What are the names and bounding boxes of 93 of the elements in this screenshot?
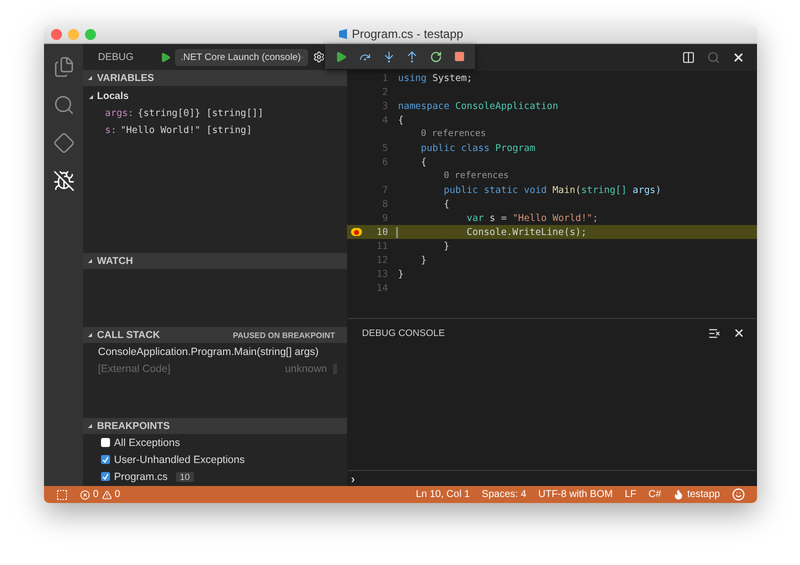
breakpoint-label: Program.cs	[114, 470, 168, 482]
code-token: public	[444, 184, 478, 196]
section-header[interactable]: BREAKPOINTS	[83, 418, 347, 434]
code-token: }	[444, 240, 450, 252]
breakpoint-marker-icon[interactable]	[351, 228, 362, 236]
play-icon[interactable]	[160, 52, 171, 62]
line-number: 10	[376, 226, 388, 238]
variable-value: "Hello World!" [string]	[120, 125, 252, 136]
up-arrow-icon[interactable]	[406, 50, 418, 62]
settings-icon[interactable]	[312, 51, 325, 63]
frame-source: unknown	[284, 362, 327, 374]
smiley-icon[interactable]	[732, 488, 745, 501]
code-token: args)	[632, 184, 662, 196]
restart-icon[interactable]	[430, 50, 442, 62]
code-token: void	[524, 184, 547, 196]
code-token: var	[466, 212, 484, 224]
line-number: 1	[381, 72, 388, 84]
line-number: 13	[376, 268, 388, 280]
status-item[interactable]: UTF-8 with BOM	[538, 489, 613, 500]
status-item[interactable]: Ln 10, Col 1	[416, 489, 470, 500]
variable-name: args:	[105, 108, 134, 119]
error-icon[interactable]	[80, 490, 90, 500]
code-token: }	[420, 254, 427, 266]
code-token: Console.WriteLine(s);	[466, 226, 587, 238]
window-title: Program.cs - testapp	[352, 27, 464, 41]
status-item[interactable]: testapp	[687, 489, 720, 500]
search-icon[interactable]	[707, 51, 720, 64]
checkbox[interactable]	[101, 472, 110, 481]
line-number: 7	[381, 184, 388, 196]
close-icon[interactable]	[732, 51, 745, 64]
line-number: 14	[376, 282, 388, 294]
launch-config-dropdown[interactable]: .NET Core Launch (console)	[174, 48, 308, 66]
panel-title[interactable]: DEBUG CONSOLE	[362, 328, 445, 338]
status-item[interactable]: Spaces: 4	[482, 489, 526, 500]
line-number: 4	[381, 114, 388, 126]
line-number: 12	[376, 254, 388, 266]
stack-frame[interactable]: ConsoleApplication.Program.Main(string[] args)	[98, 346, 319, 358]
line-number: 3	[381, 100, 388, 112]
warning-count[interactable]: 0	[114, 489, 120, 500]
section-header[interactable]: WATCH	[83, 253, 347, 269]
close-icon[interactable]	[733, 327, 745, 339]
bug-icon[interactable]	[52, 170, 74, 192]
code-token: static	[484, 184, 518, 196]
code-token: ConsoleApplication	[455, 100, 558, 112]
code-token: string[]	[581, 184, 627, 196]
code-token: }	[398, 268, 404, 280]
line-number: 6	[381, 156, 388, 168]
code-token: {	[420, 156, 427, 168]
code-token: "Hello World!";	[512, 212, 598, 224]
files-icon[interactable]	[52, 56, 74, 78]
code-token: System;	[432, 72, 472, 84]
breakpoint-label: All Exceptions	[114, 436, 180, 448]
stop-icon[interactable]	[454, 51, 466, 62]
status-item[interactable]: C#	[648, 489, 662, 500]
error-count[interactable]: 0	[93, 489, 99, 500]
section-title[interactable]: CALL STACK	[97, 330, 160, 340]
checkbox[interactable]	[101, 455, 110, 464]
line-number: 8	[381, 198, 388, 210]
variable-name: s:	[105, 125, 116, 136]
code-token: public	[420, 142, 456, 154]
breakpoint-label: User-Unhandled Exceptions	[114, 454, 245, 466]
debug-status: PAUSED ON BREAKPOINT	[232, 330, 335, 340]
status-item[interactable]: LF	[624, 489, 636, 500]
code-token: class	[460, 142, 490, 154]
checkbox[interactable]	[101, 438, 110, 447]
section-header[interactable]: VARIABLES	[83, 70, 347, 86]
clear-console-icon[interactable]	[708, 326, 721, 340]
line-number: 5	[381, 142, 388, 154]
code-token: Program	[495, 142, 536, 154]
frame-icon[interactable]	[56, 488, 68, 500]
code-token: using	[398, 72, 427, 84]
variable-value: {string[0]} [string[]]	[138, 108, 264, 119]
search-icon[interactable]	[52, 94, 74, 116]
diamond-icon[interactable]	[52, 132, 74, 154]
references-link[interactable]: 0 references	[444, 170, 509, 182]
references-link[interactable]: 0 references	[420, 128, 486, 140]
file-icon	[338, 29, 348, 39]
code-token: {	[444, 198, 450, 210]
line-number: 9	[381, 212, 388, 224]
code-token: namespace	[398, 100, 450, 112]
code-token: s =	[490, 212, 507, 224]
flame-icon[interactable]	[673, 489, 684, 500]
scope-label[interactable]: Locals	[97, 91, 129, 102]
line-number: 11	[376, 240, 388, 252]
code-token: {	[398, 114, 404, 126]
line-number: 2	[381, 86, 388, 98]
sidebar-title: DEBUG	[98, 52, 134, 62]
play-icon[interactable]	[334, 50, 347, 62]
split-editor-icon[interactable]	[682, 51, 695, 64]
warning-icon[interactable]	[102, 490, 112, 500]
down-arrow-icon[interactable]	[382, 50, 395, 62]
code-token: Main(	[552, 184, 582, 196]
line-number-badge: 10	[176, 472, 194, 482]
